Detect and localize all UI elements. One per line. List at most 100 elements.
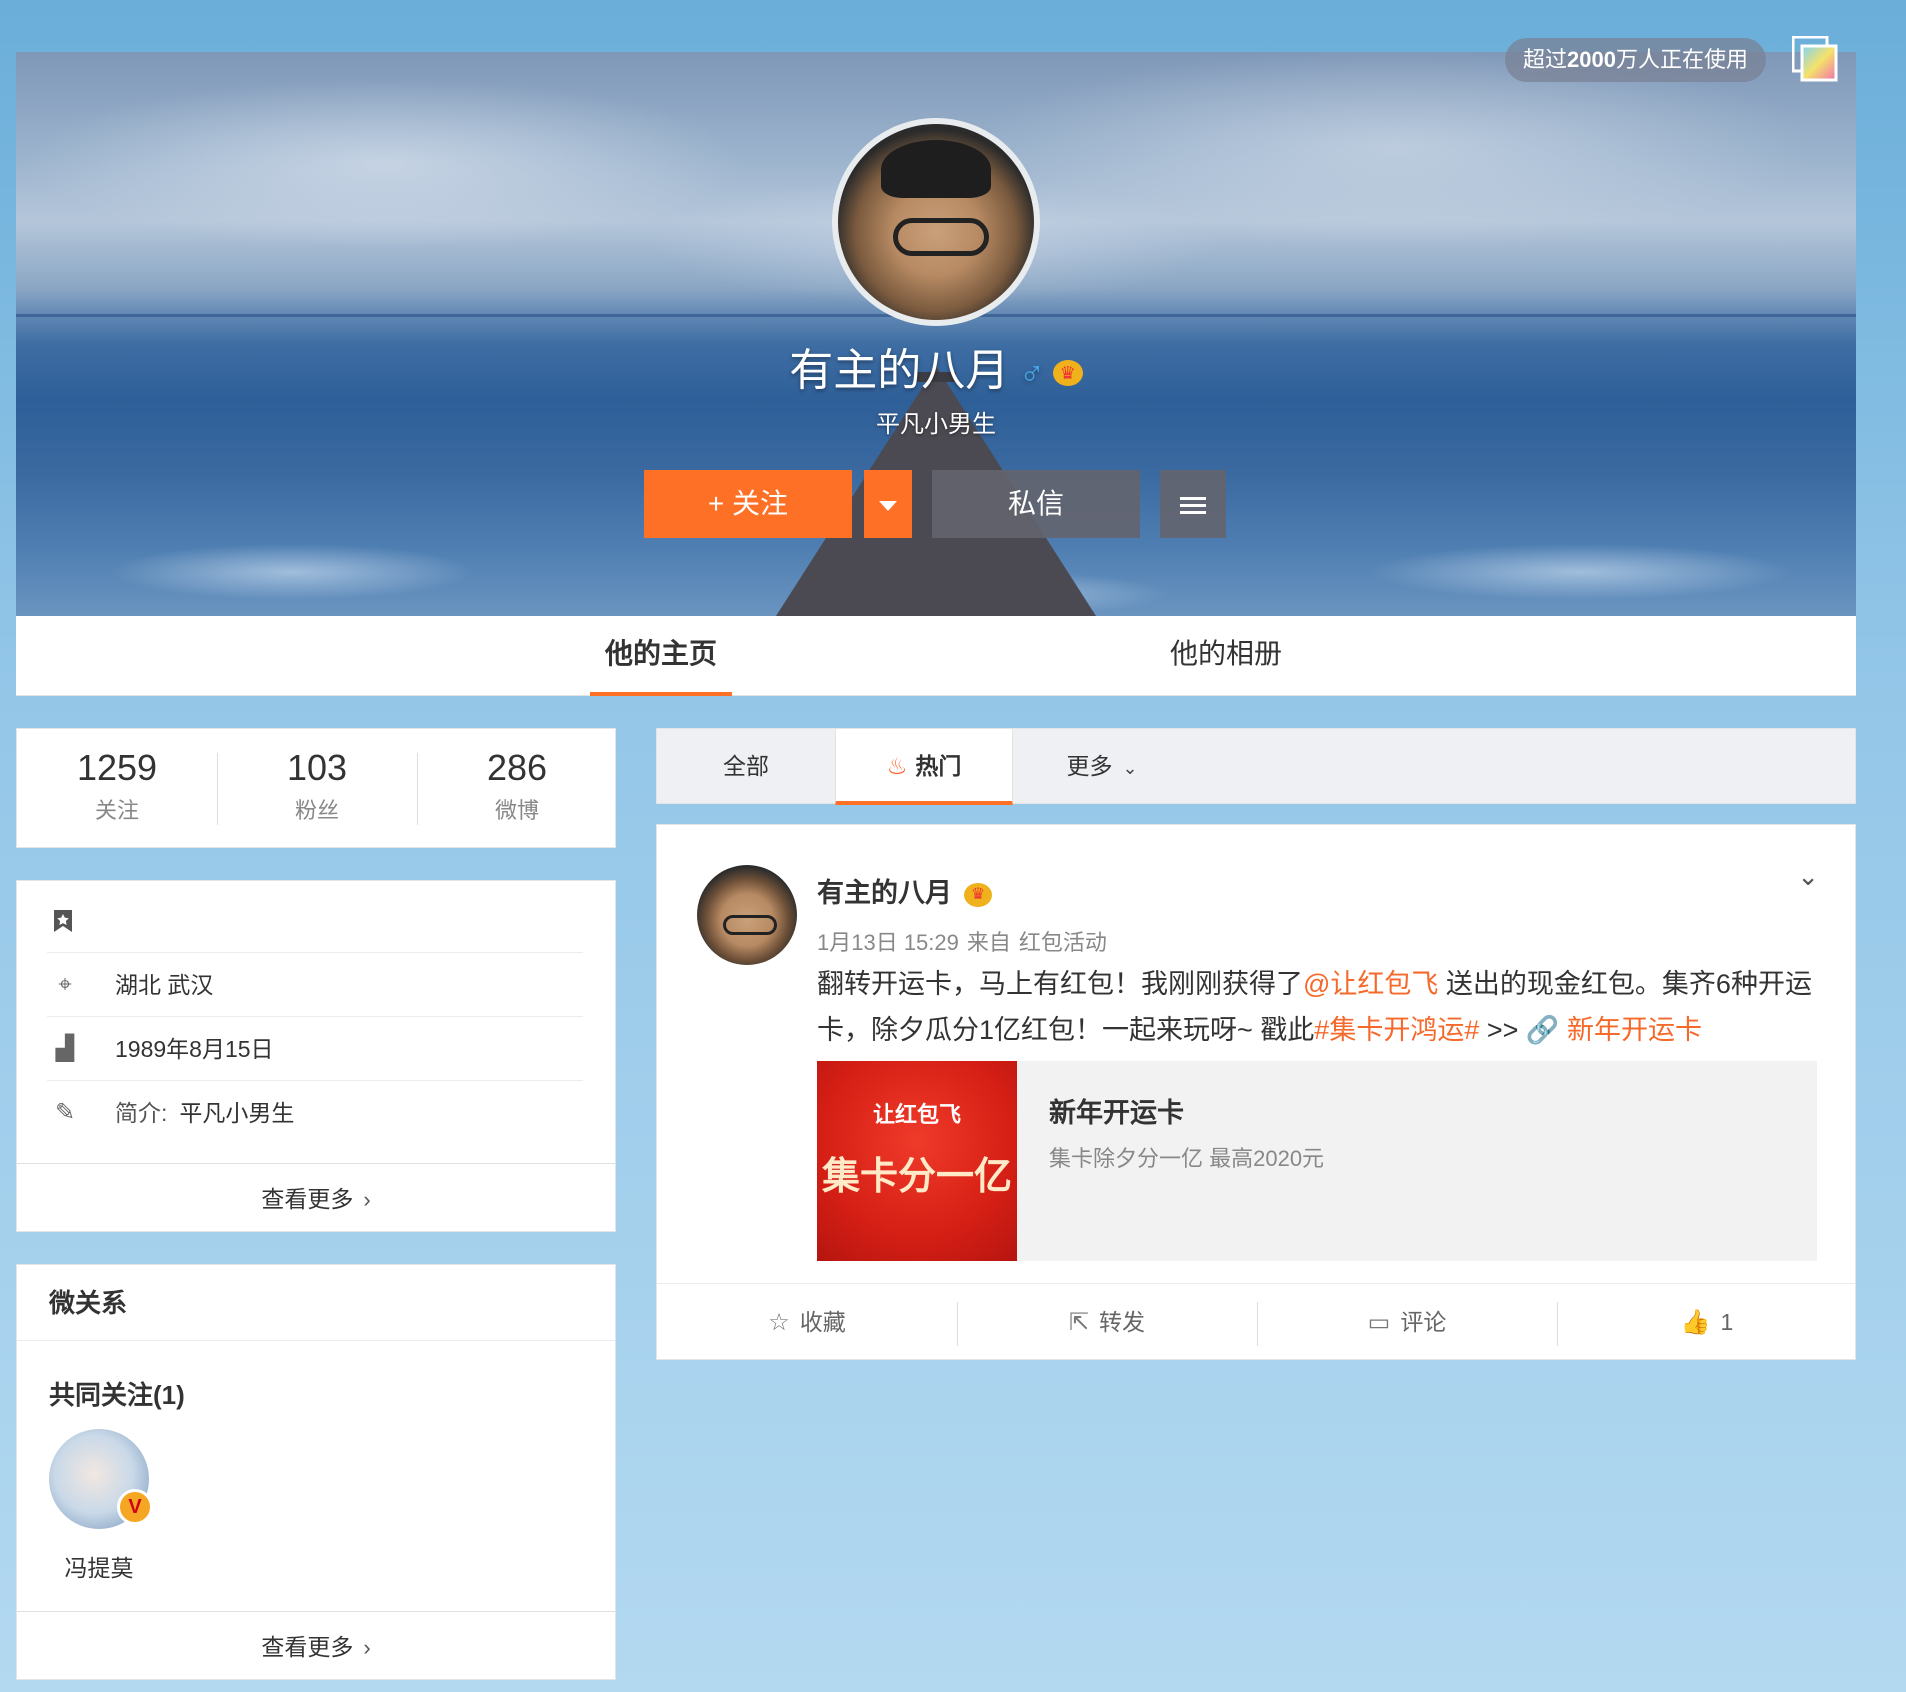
feed-tab-more-label: 更多 <box>1066 753 1113 779</box>
vip-crown-icon[interactable]: ♛ <box>1052 360 1083 387</box>
feed-tab-more[interactable]: 更多 ⌄ <box>1013 729 1191 805</box>
users-count-badge: 超过2000万人正在使用 <box>1505 38 1766 82</box>
male-icon: ♂ <box>1019 355 1045 393</box>
more-label: 查看更多 <box>261 1634 354 1660</box>
post-meta: 1月13日 15:29 来自 红包活动 <box>817 925 1115 957</box>
repost-label: 转发 <box>1099 1309 1146 1335</box>
profile-bio: 平凡小男生 <box>876 411 996 438</box>
profile-avatar[interactable] <box>832 118 1040 326</box>
verified-v-icon: V <box>117 1489 153 1525</box>
birthday-text: 1989年8月15日 <box>115 1036 274 1062</box>
intro-text-wrap: 简介: 平凡小男生 <box>115 1081 294 1145</box>
feed-tab-hot-label: 热门 <box>915 753 962 779</box>
feed-tab-hot[interactable]: ♨ 热门 <box>835 729 1013 805</box>
profile-actions: + 关注 私信 <box>16 470 1856 538</box>
more-label: 查看更多 <box>261 1186 354 1212</box>
info-more-link[interactable]: 查看更多 › <box>17 1163 615 1233</box>
thumbs-up-icon: 👍 <box>1680 1309 1711 1336</box>
caret-down-icon <box>879 500 897 511</box>
follow-dropdown-button[interactable] <box>864 470 912 538</box>
comment-label: 评论 <box>1400 1309 1447 1335</box>
comment-button[interactable]: ▭ 评论 <box>1257 1300 1557 1344</box>
repost-button[interactable]: ⇱ 转发 <box>957 1300 1257 1344</box>
stat-value: 286 <box>486 747 548 788</box>
collect-button[interactable]: ☆ 收藏 <box>657 1300 957 1344</box>
menu-icon <box>1180 493 1206 518</box>
info-row-tag <box>47 889 583 953</box>
post-author-name[interactable]: 有主的八月 <box>817 878 952 908</box>
comment-icon: ▭ <box>1367 1309 1391 1336</box>
link-preview-desc: 集卡除夕分一亿 最高2020元 <box>1049 1146 1325 1171</box>
edit-note-icon: ✎ <box>54 1099 76 1126</box>
link-preview-title: 新年开运卡 <box>1049 1098 1184 1128</box>
link-preview-card[interactable]: 让红包飞 集卡分一亿 新年开运卡 集卡除夕分一亿 最高2020元 <box>817 1061 1817 1261</box>
more-menu-button[interactable] <box>1160 470 1226 538</box>
feed-filter-tabs: 全部 ♨ 热门 更多 ⌄ <box>656 728 1856 805</box>
stat-value: 103 <box>286 747 348 788</box>
message-button[interactable]: 私信 <box>932 470 1140 538</box>
post-from-label: 来自 <box>966 930 1011 955</box>
post-text-part: >> <box>1479 1015 1526 1045</box>
location-pin-icon: ⌖ <box>58 971 72 998</box>
stat-following[interactable]: 1259 关注 <box>17 747 217 825</box>
relation-title: 微关系 <box>17 1265 615 1341</box>
friend-avatar[interactable]: V <box>49 1429 153 1529</box>
post-source[interactable]: 红包活动 <box>1019 930 1107 955</box>
post-author-avatar[interactable] <box>697 865 797 965</box>
star-icon: ☆ <box>768 1309 790 1336</box>
chevron-right-icon: › <box>363 1187 371 1212</box>
bookmark-icon <box>54 910 72 932</box>
thumb-brand: 让红包飞 <box>872 1102 961 1127</box>
web-link[interactable]: 🔗 新年开运卡 <box>1526 1015 1702 1045</box>
vip-crown-icon[interactable]: ♛ <box>964 882 992 907</box>
profile-name-row: 有主的八月 ♂ ♛ <box>16 334 1856 398</box>
link-preview-thumbnail: 让红包飞 集卡分一亿 <box>817 1061 1017 1261</box>
relation-card: 微关系 共同关注(1) V 冯提莫 查看更多 › <box>16 1264 616 1680</box>
post-text-part: 翻转开运卡，马上有红包！我刚刚获得了 <box>817 969 1303 999</box>
tab-album[interactable]: 他的相册 <box>1136 616 1316 696</box>
profile-cover: 有主的八月 ♂ ♛ 平凡小男生 + 关注 私信 <box>16 52 1856 616</box>
stat-posts[interactable]: 286 微博 <box>417 747 617 825</box>
app-logo-icon[interactable] <box>1792 36 1838 82</box>
post-time[interactable]: 1月13日 15:29 <box>817 930 959 955</box>
stat-followers[interactable]: 103 粉丝 <box>217 747 417 825</box>
follow-button[interactable]: + 关注 <box>644 470 852 538</box>
common-follow-title: 共同关注(1) <box>49 1380 185 1410</box>
users-count-number: 2000 <box>1567 47 1616 72</box>
tab-home[interactable]: 他的主页 <box>590 616 732 696</box>
like-count: 1 <box>1720 1309 1734 1335</box>
stat-label: 关注 <box>94 798 139 823</box>
hashtag-link[interactable]: #集卡开鸿运# <box>1314 1015 1479 1045</box>
info-row-intro: ✎ 简介: 平凡小男生 <box>47 1081 583 1145</box>
info-row-location: ⌖ 湖北 武汉 <box>47 953 583 1017</box>
users-count-suffix: 万人正在使用 <box>1615 47 1748 72</box>
feed-tab-all[interactable]: 全部 <box>657 729 835 805</box>
post-text: 翻转开运卡，马上有红包！我刚刚获得了@让红包飞 送出的现金红包。集齐6种开运卡，… <box>817 961 1817 1053</box>
relation-more-link[interactable]: 查看更多 › <box>17 1611 615 1681</box>
profile-tabbar: 他的主页 他的相册 <box>16 616 1856 696</box>
post-action-bar: ☆ 收藏 ⇱ 转发 ▭ 评论 👍 1 <box>657 1283 1855 1359</box>
avatar-photo <box>838 124 1034 320</box>
flame-icon: ♨ <box>886 753 908 779</box>
location-text: 湖北 武汉 <box>115 972 214 998</box>
stat-value: 1259 <box>76 747 158 788</box>
share-icon: ⇱ <box>1068 1309 1090 1336</box>
post-options-chevron-icon[interactable]: ⌄ <box>1797 861 1819 892</box>
mention-link[interactable]: @让红包飞 <box>1303 969 1438 999</box>
collect-label: 收藏 <box>799 1309 846 1335</box>
post-author-row: 有主的八月 ♛ <box>817 871 992 910</box>
profile-name: 有主的八月 <box>789 346 1010 395</box>
like-button[interactable]: 👍 1 <box>1557 1300 1857 1344</box>
chevron-down-icon: ⌄ <box>1122 758 1138 778</box>
info-card: ⌖ 湖北 武汉 ▟ 1989年8月15日 ✎ 简介: 平凡小男生 查看更多 › <box>16 880 616 1232</box>
weibo-post: 有主的八月 ♛ 1月13日 15:29 来自 红包活动 ⌄ 翻转开运卡，马上有红包！我… <box>656 824 1856 1360</box>
chevron-right-icon: › <box>363 1635 371 1660</box>
stats-card: 1259 关注 103 粉丝 286 微博 <box>16 728 616 848</box>
friend-name[interactable]: 冯提莫 <box>49 1549 149 1583</box>
birthday-cake-icon: ▟ <box>55 1035 75 1062</box>
stat-label: 微博 <box>494 798 539 823</box>
intro-label: 简介: <box>115 1100 168 1126</box>
thumb-slogan: 集卡分一亿 <box>821 1156 1012 1198</box>
intro-text: 平凡小男生 <box>179 1100 295 1126</box>
users-count-prefix: 超过 <box>1523 47 1568 72</box>
